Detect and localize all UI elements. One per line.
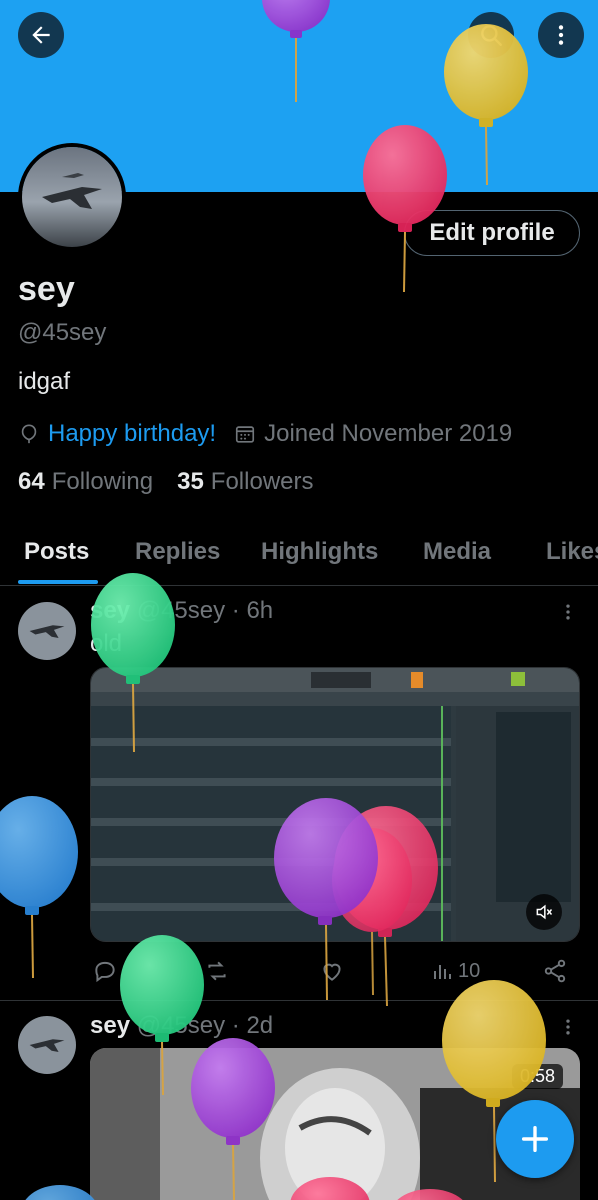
follow-stats: 64 Following 35 Followers (18, 468, 314, 496)
back-button[interactable] (18, 12, 64, 58)
repost-button[interactable] (204, 955, 230, 987)
views-count: 10 (458, 959, 481, 982)
post-time[interactable]: · 6h (232, 597, 273, 624)
volume-mute-icon (536, 904, 553, 920)
profile-meta: Happy birthday! Joined November 2019 (18, 418, 512, 450)
following-count: 64 (18, 468, 45, 495)
arrow-left-icon (32, 26, 50, 44)
views-icon (434, 965, 451, 979)
more-vertical-icon (558, 25, 564, 45)
post-header: sey @45sey · 6h (90, 597, 273, 625)
followers-count: 35 (177, 468, 204, 495)
post-time[interactable]: · 2d (232, 1012, 273, 1039)
video-duration: 0:58 (512, 1064, 564, 1089)
post-author-handle[interactable]: @45sey (137, 1012, 225, 1039)
post-author-name[interactable]: sey (90, 1012, 130, 1039)
heart-icon (323, 963, 341, 981)
more-options-button[interactable] (538, 12, 584, 58)
followers-link[interactable]: 35 Followers (177, 468, 313, 496)
plus-icon (521, 1125, 549, 1153)
more-vertical-icon (566, 604, 570, 620)
post-video[interactable] (90, 667, 580, 942)
post-author-handle[interactable]: @45sey (137, 597, 225, 624)
birthday-link[interactable]: Happy birthday! (48, 420, 216, 448)
reply-icon (95, 961, 115, 983)
compose-post-button[interactable] (496, 1100, 574, 1178)
avatar-image (18, 602, 76, 660)
joined-date: Joined November 2019 (264, 420, 513, 447)
tab-media[interactable]: Media (423, 538, 491, 566)
post-avatar[interactable] (18, 602, 76, 660)
like-button[interactable] (319, 955, 345, 987)
search-button[interactable] (468, 12, 514, 58)
followers-label: Followers (210, 468, 314, 495)
post-header: sey @45sey · 2d (90, 1012, 273, 1040)
balloon-blue-left (0, 796, 78, 979)
repost-icon (208, 961, 226, 981)
following-label: Following (51, 468, 154, 495)
balloon-icon (21, 424, 37, 444)
reply-button[interactable] (92, 955, 118, 987)
profile-handle: @45sey (18, 319, 107, 346)
post-author-name[interactable]: sey (90, 597, 130, 624)
post-text: old (90, 630, 123, 657)
tab-highlights[interactable]: Highlights (261, 538, 378, 566)
share-icon (544, 959, 566, 983)
avatar-image (22, 147, 122, 247)
calendar-icon (236, 426, 255, 443)
profile-tabs: Posts Replies Highlights Media Likes (0, 530, 598, 586)
post-divider (0, 1000, 598, 1001)
tab-replies[interactable]: Replies (135, 538, 220, 566)
share-button[interactable] (542, 955, 568, 987)
post-more-button[interactable] (556, 1015, 580, 1039)
search-icon (481, 25, 502, 46)
profile-name: sey (18, 270, 75, 308)
following-link[interactable]: 64 Following (18, 468, 153, 496)
edit-profile-button[interactable]: Edit profile (404, 210, 580, 256)
more-vertical-icon (566, 1019, 570, 1035)
tab-likes[interactable]: Likes (546, 538, 598, 566)
profile-bio: idgaf (18, 368, 71, 395)
views-button[interactable]: 10 (430, 955, 480, 987)
avatar-image (18, 1016, 76, 1074)
mute-button[interactable] (526, 894, 562, 930)
post-avatar[interactable] (18, 1016, 76, 1074)
post-actions: 10 (90, 955, 580, 987)
video-thumbnail (91, 668, 579, 941)
post-more-button[interactable] (556, 600, 580, 624)
active-tab-indicator (18, 580, 98, 584)
tab-posts[interactable]: Posts (24, 538, 89, 566)
profile-avatar[interactable] (18, 143, 126, 251)
